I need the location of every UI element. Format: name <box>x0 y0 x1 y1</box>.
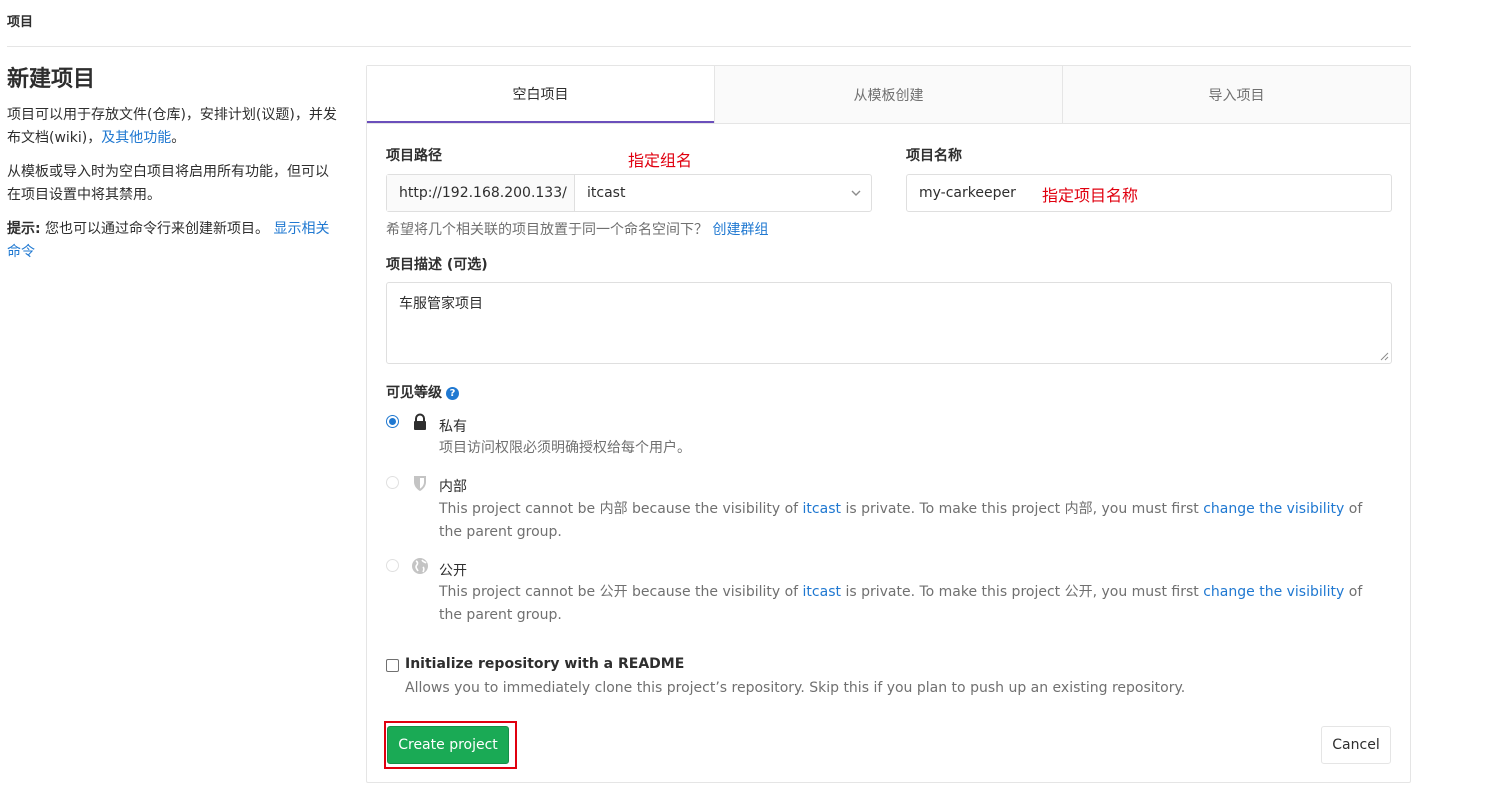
create-group-link[interactable]: 创建群组 <box>712 222 768 238</box>
template-note: 从模板或导入时为空白项目将启用所有功能，但可以在项目设置中将其禁用。 <box>7 164 329 203</box>
project-name-label: 项目名称 <box>906 148 962 164</box>
cancel-button[interactable]: Cancel <box>1321 726 1391 764</box>
description-textarea[interactable]: 车服管家项目 <box>386 282 1392 364</box>
new-project-panel: 空白项目 从模板创建 导入项目 项目路径 指定组名 http://192.168… <box>366 65 1411 783</box>
public-desc-a: This project cannot be 公开 because the vi… <box>439 584 803 600</box>
create-project-button[interactable]: Create project <box>387 726 509 764</box>
visibility-label: 可见等级? <box>386 382 459 402</box>
page-title: 新建项目 <box>7 67 96 92</box>
namespace-select[interactable]: itcast <box>575 175 871 211</box>
visibility-public-title: 公开 <box>439 563 467 579</box>
left-description: 新建项目 项目可以用于存放文件(仓库)，安排计划(议题)，并发布文档(wiki)… <box>7 66 337 275</box>
project-path-field: http://192.168.200.133/ itcast <box>386 174 872 212</box>
visibility-public-desc: This project cannot be 公开 because the vi… <box>439 581 1389 627</box>
visibility-private-title: 私有 <box>439 419 467 435</box>
project-name-value: my-carkeeper <box>919 185 1016 201</box>
internal-change-visibility-link[interactable]: change the visibility <box>1203 501 1344 517</box>
visibility-internal-desc: This project cannot be 内部 because the vi… <box>439 498 1389 544</box>
tip-label: 提示: <box>7 221 41 237</box>
tab-import-project[interactable]: 导入项目 <box>1062 66 1410 123</box>
internal-desc-b: is private. To make this project 内部, you… <box>841 501 1204 517</box>
tab-from-template[interactable]: 从模板创建 <box>714 66 1062 123</box>
group-help: 希望将几个相关联的项目放置于同一个命名空间下？ 创建群组 <box>386 219 768 239</box>
project-name-input[interactable]: my-carkeeper <box>906 174 1392 212</box>
chevron-down-icon <box>851 190 861 196</box>
internal-group-link[interactable]: itcast <box>803 501 841 517</box>
visibility-private-radio[interactable] <box>386 415 399 428</box>
readme-label[interactable]: Initialize repository with a README <box>405 656 684 672</box>
readme-checkbox[interactable] <box>386 659 399 672</box>
visibility-internal-radio[interactable] <box>386 476 399 489</box>
tip-text: 您也可以通过命令行来创建新项目。 <box>40 221 274 237</box>
visibility-public-radio[interactable] <box>386 559 399 572</box>
more-features-link[interactable]: 及其他功能 <box>101 130 171 146</box>
intro-paragraph: 项目可以用于存放文件(仓库)，安排计划(议题)，并发布文档(wiki)，及其他功… <box>7 104 337 150</box>
description-label: 项目描述 (可选) <box>386 257 488 273</box>
public-group-link[interactable]: itcast <box>803 584 841 600</box>
lock-icon <box>414 413 426 430</box>
tip-paragraph: 提示: 您也可以通过命令行来创建新项目。 显示相关命令 <box>7 218 337 264</box>
public-change-visibility-link[interactable]: change the visibility <box>1203 584 1344 600</box>
breadcrumb[interactable]: 项目 <box>7 11 33 30</box>
tab-blank-project[interactable]: 空白项目 <box>367 66 714 123</box>
top-divider <box>7 46 1411 47</box>
project-path-label: 项目路径 <box>386 148 442 164</box>
readme-help: Allows you to immediately clone this pro… <box>405 680 1186 696</box>
visibility-internal-title: 内部 <box>439 479 467 495</box>
globe-icon <box>412 558 428 574</box>
resize-handle-icon[interactable] <box>1380 352 1389 361</box>
namespace-value: itcast <box>587 185 626 201</box>
path-prefix: http://192.168.200.133/ <box>387 175 575 211</box>
project-tabs: 空白项目 从模板创建 导入项目 <box>367 66 1410 124</box>
description-value: 车服管家项目 <box>399 296 483 312</box>
group-help-text: 希望将几个相关联的项目放置于同一个命名空间下？ <box>386 222 708 238</box>
name-annotation: 指定项目名称 <box>1042 186 1139 205</box>
path-annotation: 指定组名 <box>628 151 693 170</box>
internal-desc-a: This project cannot be 内部 because the vi… <box>439 501 803 517</box>
shield-icon <box>414 476 426 491</box>
visibility-label-text: 可见等级 <box>386 385 442 401</box>
visibility-private-desc: 项目访问权限必须明确授权给每个用户。 <box>439 440 691 456</box>
help-icon[interactable]: ? <box>446 387 459 400</box>
intro-end: 。 <box>171 130 186 146</box>
public-desc-b: is private. To make this project 公开, you… <box>841 584 1204 600</box>
